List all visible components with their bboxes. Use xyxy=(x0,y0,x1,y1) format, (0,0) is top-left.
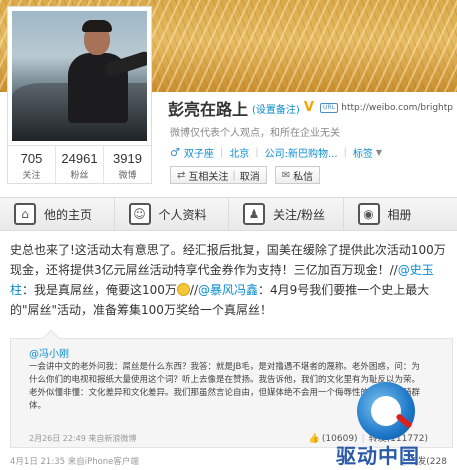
stat-label: 关注 xyxy=(22,171,41,181)
avatar-frame[interactable] xyxy=(7,6,152,146)
message-button[interactable]: ✉ 私信 xyxy=(274,166,321,184)
home-icon: ⌂ xyxy=(14,203,36,225)
profile-icon: ☺ xyxy=(128,203,151,225)
tag-zodiac[interactable]: 双子座 xyxy=(184,145,214,160)
divider: | xyxy=(255,147,259,158)
watermark-brand: 驱动中国 xyxy=(336,444,420,468)
profile-nav: ⌂ 他的主页 ☺ 个人资料 ♟ 关注/粉丝 ◉ 相册 xyxy=(0,197,457,231)
post-text-part: 史总也来了!这活动太有意思了。经汇报后批复，国美在缓除了提供此次活动100万现金… xyxy=(10,243,446,277)
unfollow-button[interactable]: 取消 xyxy=(240,168,260,183)
divider: | xyxy=(232,169,236,181)
tab-album[interactable]: ◉ 相册 xyxy=(343,198,457,230)
tags-more-link[interactable]: 标签 xyxy=(353,145,373,160)
post-text-part: ：我是真屌丝，俺要这100万 xyxy=(22,283,177,297)
verified-v-icon: V xyxy=(303,100,314,115)
profile-name: 彭亮在路上 xyxy=(168,100,249,119)
stat-label: 微博 xyxy=(118,171,137,181)
stat-followers[interactable]: 24961 粉丝 xyxy=(56,146,104,183)
mutual-follow-button[interactable]: ⇄ 互相关注 | 取消 xyxy=(170,166,267,184)
smile-emoji-icon xyxy=(176,283,190,296)
avatar[interactable] xyxy=(12,11,147,141)
watermark-logo-inner xyxy=(371,396,401,426)
divider: | xyxy=(343,147,347,158)
set-remark-link[interactable]: (设置备注) xyxy=(252,101,300,116)
camera-icon: ◉ xyxy=(357,203,380,225)
message-label: 私信 xyxy=(293,171,314,183)
tab-home[interactable]: ⌂ 他的主页 xyxy=(0,198,115,230)
watermark-logo-tail xyxy=(395,412,413,430)
profile-description: 微博仅代表个人观点，和所在企业无关 xyxy=(170,128,340,139)
stat-value: 24961 xyxy=(61,151,98,166)
male-icon: ♂ xyxy=(170,146,180,159)
watermark-logo-icon xyxy=(357,382,415,440)
tab-label: 相册 xyxy=(387,207,412,222)
stat-posts[interactable]: 3919 微博 xyxy=(104,146,151,183)
retweet-author-link[interactable]: @冯小刚 xyxy=(29,345,69,360)
profile-stats: 705 关注 24961 粉丝 3919 微博 xyxy=(7,146,152,184)
divider: | xyxy=(219,147,224,158)
post-text-part: // xyxy=(189,283,199,297)
retweet-arrow xyxy=(42,329,60,347)
stat-value: 705 xyxy=(20,151,43,166)
stat-following[interactable]: 705 关注 xyxy=(8,146,56,183)
mutual-follow-icon: ⇄ xyxy=(177,169,186,181)
tab-label: 他的主页 xyxy=(44,207,93,222)
tab-label: 个人资料 xyxy=(158,207,207,222)
chevron-down-icon[interactable]: ▼ xyxy=(376,148,382,157)
profile-actions: ⇄ 互相关注 | 取消 ✉ 私信 xyxy=(170,166,321,184)
mail-icon: ✉ xyxy=(281,169,291,181)
tab-follow-fans[interactable]: ♟ 关注/粉丝 xyxy=(229,198,344,230)
tag-company[interactable]: 公司:新巴购物... xyxy=(265,145,338,160)
tab-profile-info[interactable]: ☺ 个人资料 xyxy=(114,198,229,230)
profile-name-row: 彭亮在路上 (设置备注) V URL http://weibo.com/brig… xyxy=(168,97,453,119)
mention-link[interactable]: @暴风冯鑫 xyxy=(198,283,258,297)
stat-value: 3919 xyxy=(113,151,142,166)
profile-url-link[interactable]: http://weibo.com/brightp xyxy=(341,103,453,113)
stat-label: 粉丝 xyxy=(70,171,89,181)
follow-fans-icon: ♟ xyxy=(243,203,265,225)
post-text: 史总也来了!这活动太有意思了。经汇报后批复，国美在缓除了提供此次活动100万现金… xyxy=(10,240,453,320)
url-icon: URL xyxy=(319,103,339,113)
thumb-up-icon[interactable]: 👍 xyxy=(309,434,320,444)
tag-location[interactable]: 北京 xyxy=(229,145,249,160)
tab-label: 关注/粉丝 xyxy=(273,207,326,222)
retweet-meta[interactable]: 2月26日 22:49 来自新浪微博 xyxy=(29,433,136,444)
mutual-follow-label: 互相关注 xyxy=(188,171,229,183)
profile-tags-row: ♂ 双子座 | 北京 | 公司:新巴购物... | 标签 ▼ xyxy=(170,145,382,160)
avatar-hair xyxy=(82,20,112,32)
